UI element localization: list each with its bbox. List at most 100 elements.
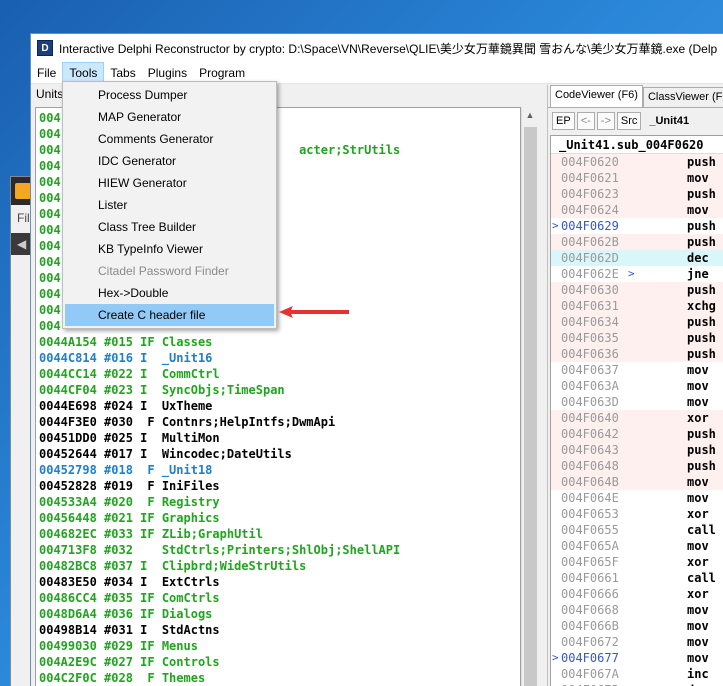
code-opcode: mov <box>687 379 709 393</box>
unit-row[interactable]: 00452798 #018 F _Unit18 <box>36 462 520 478</box>
code-line[interactable]: >004F0629 push <box>551 218 723 234</box>
code-line[interactable]: 004F0643 push <box>551 442 723 458</box>
unit-row[interactable]: 004C2F0C #028 F Themes <box>36 670 520 686</box>
unit-row[interactable]: 004A2E9C #027 IF Controls <box>36 654 520 670</box>
code-opcode: mov <box>687 491 709 505</box>
code-line[interactable]: 004F067B dec <box>551 682 723 686</box>
menu-item-map-generator[interactable]: MAP Generator <box>65 106 274 128</box>
code-line[interactable]: 004F066B mov <box>551 618 723 634</box>
annotation-arrow-icon <box>279 306 349 318</box>
code-line[interactable]: 004F0636 push <box>551 346 723 362</box>
unit-row[interactable]: 0044E698 #024 I UxTheme <box>36 398 520 414</box>
code-line[interactable]: 004F063D mov <box>551 394 723 410</box>
unit-row[interactable]: 00452644 #017 I Wincodec;DateUtils <box>36 446 520 462</box>
codeviewer-toolbar: EP <- -> Src _Unit41 <box>548 107 723 133</box>
code-opcode: mov <box>687 603 709 617</box>
menu-file[interactable]: File <box>31 62 62 84</box>
code-line[interactable]: 004F064B mov <box>551 474 723 490</box>
code-address: 004F0653 <box>561 507 619 521</box>
code-line[interactable]: 004F0642 push <box>551 426 723 442</box>
unit-row[interactable]: 0044CF04 #023 I SyncObjs;TimeSpan <box>36 382 520 398</box>
unit-row[interactable]: 00456448 #021 IF Graphics <box>36 510 520 526</box>
src-button[interactable]: Src <box>616 111 642 130</box>
tab-codeviewer[interactable]: CodeViewer (F6) <box>550 85 643 107</box>
menu-item-hiew-generator[interactable]: HIEW Generator <box>65 172 274 194</box>
menu-item-idc-generator[interactable]: IDC Generator <box>65 150 274 172</box>
code-line[interactable]: 004F065A mov <box>551 538 723 554</box>
code-panel-tabs: CodeViewer (F6) ClassViewer (F7 <box>548 85 723 107</box>
units-scrollbar[interactable]: ▲ <box>521 107 538 686</box>
ep-button[interactable]: EP <box>552 111 575 130</box>
menu-item-process-dumper[interactable]: Process Dumper <box>65 84 274 106</box>
code-opcode: xchg <box>687 299 716 313</box>
code-line[interactable]: 004F062D dec <box>551 250 723 266</box>
code-line[interactable]: 004F0661 call <box>551 570 723 586</box>
code-opcode: xor <box>687 507 709 521</box>
unit-row[interactable]: 00482BC8 #037 I Clipbrd;WideStrUtils <box>36 558 520 574</box>
code-line[interactable]: 004F0666 xor <box>551 586 723 602</box>
code-opcode: mov <box>687 635 709 649</box>
code-line[interactable]: 004F0634 push <box>551 314 723 330</box>
code-line[interactable]: 004F0624 mov <box>551 202 723 218</box>
code-line[interactable]: 004F0655 call <box>551 522 723 538</box>
unit-row[interactable]: 00486CC4 #035 IF ComCtrls <box>36 590 520 606</box>
left-arrow-icon[interactable]: ◀ <box>17 237 26 251</box>
code-line[interactable]: 004F0621 mov <box>551 170 723 186</box>
forward-button[interactable]: -> <box>596 111 615 130</box>
code-address: 004F0631 <box>561 299 619 313</box>
unit-row[interactable]: 0048D6A4 #036 IF Dialogs <box>36 606 520 622</box>
menu-item-comments-generator[interactable]: Comments Generator <box>65 128 274 150</box>
code-address: 004F0635 <box>561 331 619 345</box>
code-line[interactable]: 004F062E > jne <box>551 266 723 282</box>
code-line[interactable]: 004F0637 mov <box>551 362 723 378</box>
code-line[interactable]: 004F062B push <box>551 234 723 250</box>
code-line[interactable]: 004F0668 mov <box>551 602 723 618</box>
code-line[interactable]: 004F065F xor <box>551 554 723 570</box>
menu-item-class-tree-builder[interactable]: Class Tree Builder <box>65 216 274 238</box>
code-line[interactable]: 004F0640 xor <box>551 410 723 426</box>
unit-row[interactable]: 00483E50 #034 I ExtCtrls <box>36 574 520 590</box>
unit-row[interactable]: 00498B14 #031 I StdActns <box>36 622 520 638</box>
menu-item-kb-typeinfo-viewer[interactable]: KB TypeInfo Viewer <box>65 238 274 260</box>
code-line[interactable]: 004F063A mov <box>551 378 723 394</box>
code-line[interactable]: 004F0620 push <box>551 154 723 170</box>
unit-row[interactable]: 004713F8 #032 StdCtrls;Printers;ShlObj;S… <box>36 542 520 558</box>
unit-row[interactable]: 004533A4 #020 F Registry <box>36 494 520 510</box>
code-opcode: xor <box>687 587 709 601</box>
tab-classviewer[interactable]: ClassViewer (F7 <box>642 87 723 107</box>
code-line[interactable]: 004F067A inc <box>551 666 723 682</box>
code-line[interactable]: 004F0635 push <box>551 330 723 346</box>
code-address: 004F0630 <box>561 283 619 297</box>
code-address: 004F0623 <box>561 187 619 201</box>
code-address: 004F064E <box>561 491 619 505</box>
unit-row[interactable]: 00451DD0 #025 I MultiMon <box>36 430 520 446</box>
code-address: 004F063D <box>561 395 619 409</box>
scroll-up-icon[interactable]: ▲ <box>522 107 538 124</box>
unit-row[interactable]: 0044A154 #015 IF Classes <box>36 334 520 350</box>
unit-row[interactable]: 0044C814 #016 I _Unit16 <box>36 350 520 366</box>
code-line[interactable]: >004F0677 mov <box>551 650 723 666</box>
code-address: 004F0672 <box>561 635 619 649</box>
code-listing[interactable]: _Unit41.sub_004F0620 004F0620 push 004F062… <box>550 135 723 686</box>
unit-row[interactable]: 0044F3E0 #030 F Contnrs;HelpIntfs;DwmApi <box>36 414 520 430</box>
code-opcode: mov <box>687 203 709 217</box>
code-line[interactable]: 004F0630 push <box>551 282 723 298</box>
unit-row[interactable]: 00499030 #029 IF Menus <box>36 638 520 654</box>
code-line[interactable]: 004F0672 mov <box>551 634 723 650</box>
scrollbar-thumb[interactable] <box>524 127 537 686</box>
code-line[interactable]: 004F0653 xor <box>551 506 723 522</box>
menu-item-hex-double[interactable]: Hex->Double <box>65 282 274 304</box>
code-line[interactable]: 004F0648 push <box>551 458 723 474</box>
back-button[interactable]: <- <box>576 111 595 130</box>
unit-row[interactable]: 0044CC14 #022 I CommCtrl <box>36 366 520 382</box>
code-address: 004F065F <box>561 555 619 569</box>
code-opcode: mov <box>687 475 709 489</box>
unit-row[interactable]: 00452828 #019 F IniFiles <box>36 478 520 494</box>
menu-item-create-c-header-file[interactable]: Create C header file <box>65 304 274 326</box>
menu-item-lister[interactable]: Lister <box>65 194 274 216</box>
code-line[interactable]: 004F064E mov <box>551 490 723 506</box>
code-address: 004F065A <box>561 539 619 553</box>
code-line[interactable]: 004F0631 xchg <box>551 298 723 314</box>
unit-row[interactable]: 004682EC #033 IF ZLib;GraphUtil <box>36 526 520 542</box>
code-line[interactable]: 004F0623 push <box>551 186 723 202</box>
